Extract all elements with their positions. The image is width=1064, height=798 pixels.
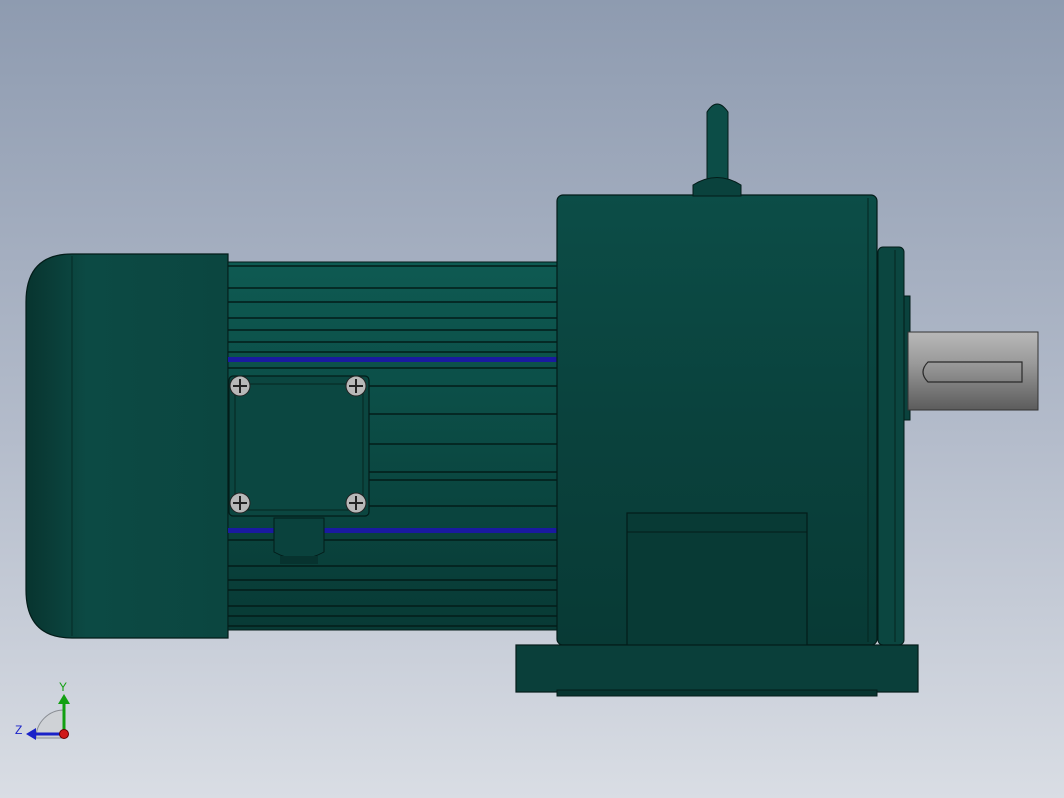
- z-axis-arrow: [26, 728, 36, 740]
- axis-triad: Y Z: [15, 680, 70, 740]
- y-axis-label: Y: [59, 680, 67, 694]
- fin-stripe-upper: [228, 357, 558, 362]
- mounting-foot: [515, 644, 919, 697]
- output-shaft: [903, 295, 1039, 421]
- terminal-screw-bottom-left: [229, 492, 251, 514]
- z-axis-label: Z: [15, 723, 22, 737]
- lifting-eye-bolt: [692, 103, 742, 197]
- terminal-screw-top-right: [345, 375, 367, 397]
- cad-viewport[interactable]: Y Z: [0, 0, 1064, 798]
- terminal-screw-bottom-right: [345, 492, 367, 514]
- motor-end-cap: [25, 253, 229, 639]
- origin-dot: [59, 729, 69, 739]
- terminal-screw-top-left: [229, 375, 251, 397]
- gearbox-cover-plate: [626, 512, 808, 647]
- y-axis-arrow: [58, 694, 70, 704]
